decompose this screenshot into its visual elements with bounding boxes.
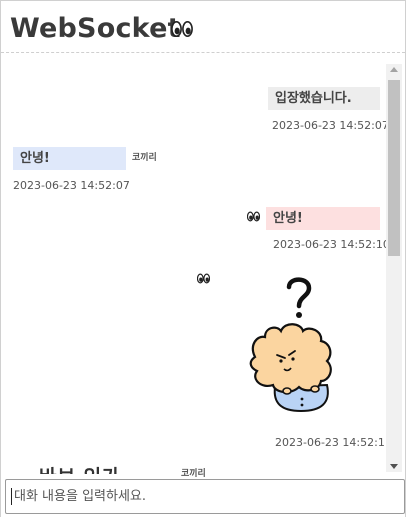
text-caret bbox=[11, 488, 12, 505]
message-timestamp: 2023-06-23 14:52:07 bbox=[272, 119, 389, 132]
page-title: WebSocket bbox=[10, 13, 181, 44]
sent-message: 안녕! bbox=[266, 207, 380, 230]
scroll-thumb[interactable] bbox=[388, 80, 400, 256]
message-list[interactable] bbox=[1, 54, 405, 473]
eyes-icon bbox=[197, 273, 210, 284]
chat-app: WebSocket 입장했습니다. 2023-06-23 14:52:07 안녕… bbox=[0, 0, 406, 517]
system-message: 입장했습니다. bbox=[268, 87, 380, 110]
received-message-partial: 바보 인가 bbox=[39, 464, 121, 474]
message-timestamp: 2023-06-23 14:52:10 bbox=[273, 238, 390, 251]
received-message: 안녕! bbox=[13, 147, 126, 170]
scroll-up-arrow-icon[interactable] bbox=[390, 67, 398, 72]
sender-nickname: 코끼리 bbox=[181, 469, 206, 479]
message-timestamp: 2023-06-23 14:52:07 bbox=[13, 179, 130, 192]
message-input[interactable] bbox=[5, 479, 405, 514]
confused-dog-sticker bbox=[249, 277, 332, 413]
header: WebSocket bbox=[1, 1, 405, 53]
scroll-down-arrow-icon[interactable] bbox=[390, 464, 398, 469]
sender-nickname: 코끼리 bbox=[132, 153, 157, 163]
message-timestamp: 2023-06-23 14:52:11 bbox=[275, 436, 392, 449]
eyes-icon bbox=[247, 211, 260, 222]
eyes-icon bbox=[171, 21, 193, 37]
scrollbar[interactable] bbox=[386, 64, 402, 472]
